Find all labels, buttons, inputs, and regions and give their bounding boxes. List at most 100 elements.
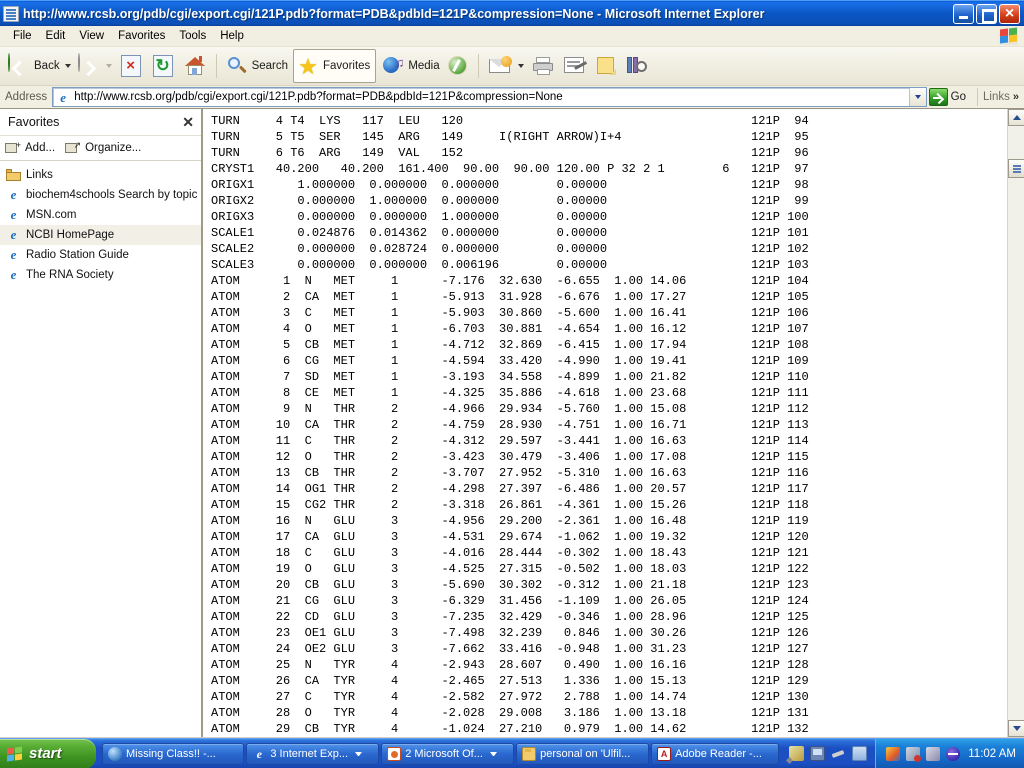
address-bar: Address http://www.rcsb.org/pdb/cgi/expo… <box>0 86 1024 109</box>
menu-item-view[interactable]: View <box>72 28 111 44</box>
favorites-list: Links biochem4schools Search by topic MS… <box>0 161 201 737</box>
ie-window: http://www.rcsb.org/pdb/cgi/export.cgi/1… <box>0 0 1024 768</box>
scrollbar-thumb[interactable] <box>1008 159 1024 178</box>
refresh-icon <box>152 55 173 77</box>
pdb-line: ATOM 14 OG1 THR 2 -4.298 27.397 -6.486 1… <box>211 482 809 496</box>
toolbar-overflow-icon[interactable]: » <box>1013 91 1019 103</box>
favorites-item-label: Radio Station Guide <box>26 249 129 261</box>
print-button[interactable] <box>527 50 559 82</box>
pdb-line: ORIGX1 1.000000 0.000000 0.000000 0.0000… <box>211 178 809 192</box>
address-value[interactable]: http://www.rcsb.org/pdb/cgi/export.cgi/1… <box>74 91 908 103</box>
organize-favorites-button[interactable]: ↗ Organize... <box>65 141 141 155</box>
favorites-button[interactable]: Favorites <box>293 49 377 83</box>
clock[interactable]: 11:02 AM <box>968 748 1016 760</box>
favorites-item-label: The RNA Society <box>26 269 114 281</box>
menu-item-tools[interactable]: Tools <box>172 28 213 44</box>
window-title: http://www.rcsb.org/pdb/cgi/export.cgi/1… <box>23 6 765 21</box>
pdb-line: ATOM 2 CA MET 1 -5.913 31.928 -6.676 1.0… <box>211 290 809 304</box>
brush-icon[interactable] <box>831 746 846 761</box>
mail-button[interactable] <box>484 50 527 82</box>
chevron-down-icon[interactable] <box>355 751 362 756</box>
pdb-line: TURN 6 T6 ARG 149 VAL 152 121P 96 <box>211 146 809 160</box>
ie-icon <box>252 747 266 761</box>
pdb-line: ATOM 29 CB TYR 4 -1.024 27.210 0.979 1.0… <box>211 722 809 736</box>
mail-dropdown-icon[interactable] <box>517 64 524 68</box>
organize-favorites-icon: ↗ <box>65 141 81 155</box>
favorites-item-msn[interactable]: MSN.com <box>0 205 201 225</box>
taskbar-item-personal-folder[interactable]: personal on 'Ulfil... <box>516 742 650 765</box>
menu-item-file[interactable]: File <box>6 28 39 44</box>
home-button[interactable] <box>179 50 211 82</box>
close-button[interactable] <box>999 3 1020 24</box>
sticky-note-icon <box>595 56 617 76</box>
add-favorite-label: Add... <box>25 142 56 154</box>
chevron-down-icon[interactable] <box>489 751 497 756</box>
media-button[interactable]: ♫ Media <box>378 50 442 82</box>
add-favorite-button[interactable]: + Add... <box>5 141 55 155</box>
wave-icon[interactable] <box>946 746 961 761</box>
search-button[interactable]: Search <box>222 50 291 82</box>
forward-dropdown-icon[interactable] <box>105 64 112 68</box>
favorites-item-biochem4schools[interactable]: biochem4schools Search by topic <box>0 185 201 205</box>
address-input[interactable]: http://www.rcsb.org/pdb/cgi/export.cgi/1… <box>52 87 927 107</box>
taskbar-item-missing-class[interactable]: Missing Class!! -... <box>102 742 245 765</box>
vertical-scrollbar[interactable] <box>1007 109 1024 737</box>
screen-icon[interactable] <box>810 746 826 761</box>
favorites-item-ncbi[interactable]: NCBI HomePage <box>0 225 201 245</box>
pdb-line: CRYST1 40.200 40.200 161.400 90.00 90.00… <box>211 162 809 176</box>
acrobat-icon <box>657 746 672 761</box>
links-label[interactable]: Links <box>983 91 1010 103</box>
scroll-up-button[interactable] <box>1008 109 1024 126</box>
scroll-down-button[interactable] <box>1008 720 1024 737</box>
address-separator <box>977 88 979 106</box>
favorites-item-links[interactable]: Links <box>0 165 201 185</box>
taskbar: start Missing Class!! -... 3 Internet Ex… <box>0 738 1024 768</box>
forward-button[interactable] <box>74 50 115 82</box>
pdb-line: ATOM 21 CG GLU 3 -6.329 31.456 -1.109 1.… <box>211 594 809 608</box>
tablet-flag-icon[interactable] <box>852 746 868 761</box>
ie-page-icon <box>55 90 71 105</box>
taskbar-item-adobe-reader[interactable]: Adobe Reader -... <box>651 742 780 765</box>
pen-icon[interactable] <box>789 746 805 761</box>
back-label: Back <box>34 60 60 72</box>
back-arrow-icon <box>7 53 31 78</box>
discuss-icon <box>625 56 649 76</box>
pdb-line: ATOM 22 CD GLU 3 -7.235 32.429 -0.346 1.… <box>211 610 809 624</box>
taskbar-item-microsoft-office[interactable]: 2 Microsoft Of... <box>381 742 515 765</box>
outlook-icon <box>108 746 122 761</box>
menu-item-edit[interactable]: Edit <box>39 28 73 44</box>
page-icon <box>3 5 19 22</box>
volume-icon[interactable] <box>926 746 941 761</box>
start-button[interactable]: start <box>0 738 96 768</box>
network-error-icon[interactable] <box>906 746 922 762</box>
back-dropdown-icon[interactable] <box>64 64 71 68</box>
favorites-pane-toolbar: + Add... ↗ Organize... <box>0 136 201 161</box>
taskbar-item-label: 3 Internet Exp... <box>270 747 348 760</box>
back-button[interactable]: Back <box>4 50 74 82</box>
favorites-item-label: NCBI HomePage <box>26 229 115 241</box>
menu-item-help[interactable]: Help <box>213 28 251 44</box>
stop-button[interactable] <box>115 50 147 82</box>
edit-button[interactable] <box>559 50 591 82</box>
pdb-line: ATOM 25 N TYR 4 -2.943 28.607 0.490 1.00… <box>211 658 809 672</box>
address-dropdown-button[interactable] <box>908 88 926 106</box>
shield-icon[interactable] <box>886 746 901 761</box>
favorites-item-rna-society[interactable]: The RNA Society <box>0 265 201 285</box>
discuss-button[interactable] <box>621 50 653 82</box>
menu-item-favorites[interactable]: Favorites <box>111 28 172 44</box>
go-button[interactable]: Go <box>927 88 972 106</box>
close-icon[interactable]: ✕ <box>179 114 197 131</box>
taskbar-item-label: 2 Microsoft Of... <box>405 747 483 760</box>
organize-favorites-label: Organize... <box>85 142 142 154</box>
maximize-button[interactable] <box>976 3 997 24</box>
pdb-line: ATOM 26 CA TYR 4 -2.465 27.513 1.336 1.0… <box>211 674 809 688</box>
refresh-button[interactable] <box>147 50 179 82</box>
history-button[interactable] <box>443 50 473 82</box>
minimize-button[interactable] <box>953 3 974 24</box>
taskbar-item-internet-explorer[interactable]: 3 Internet Exp... <box>246 742 380 765</box>
mail-icon <box>488 56 512 76</box>
folder-icon <box>522 746 537 761</box>
notes-button[interactable] <box>591 50 621 82</box>
favorites-item-radio-station-guide[interactable]: Radio Station Guide <box>0 245 201 265</box>
favorites-item-label: MSN.com <box>26 209 77 221</box>
